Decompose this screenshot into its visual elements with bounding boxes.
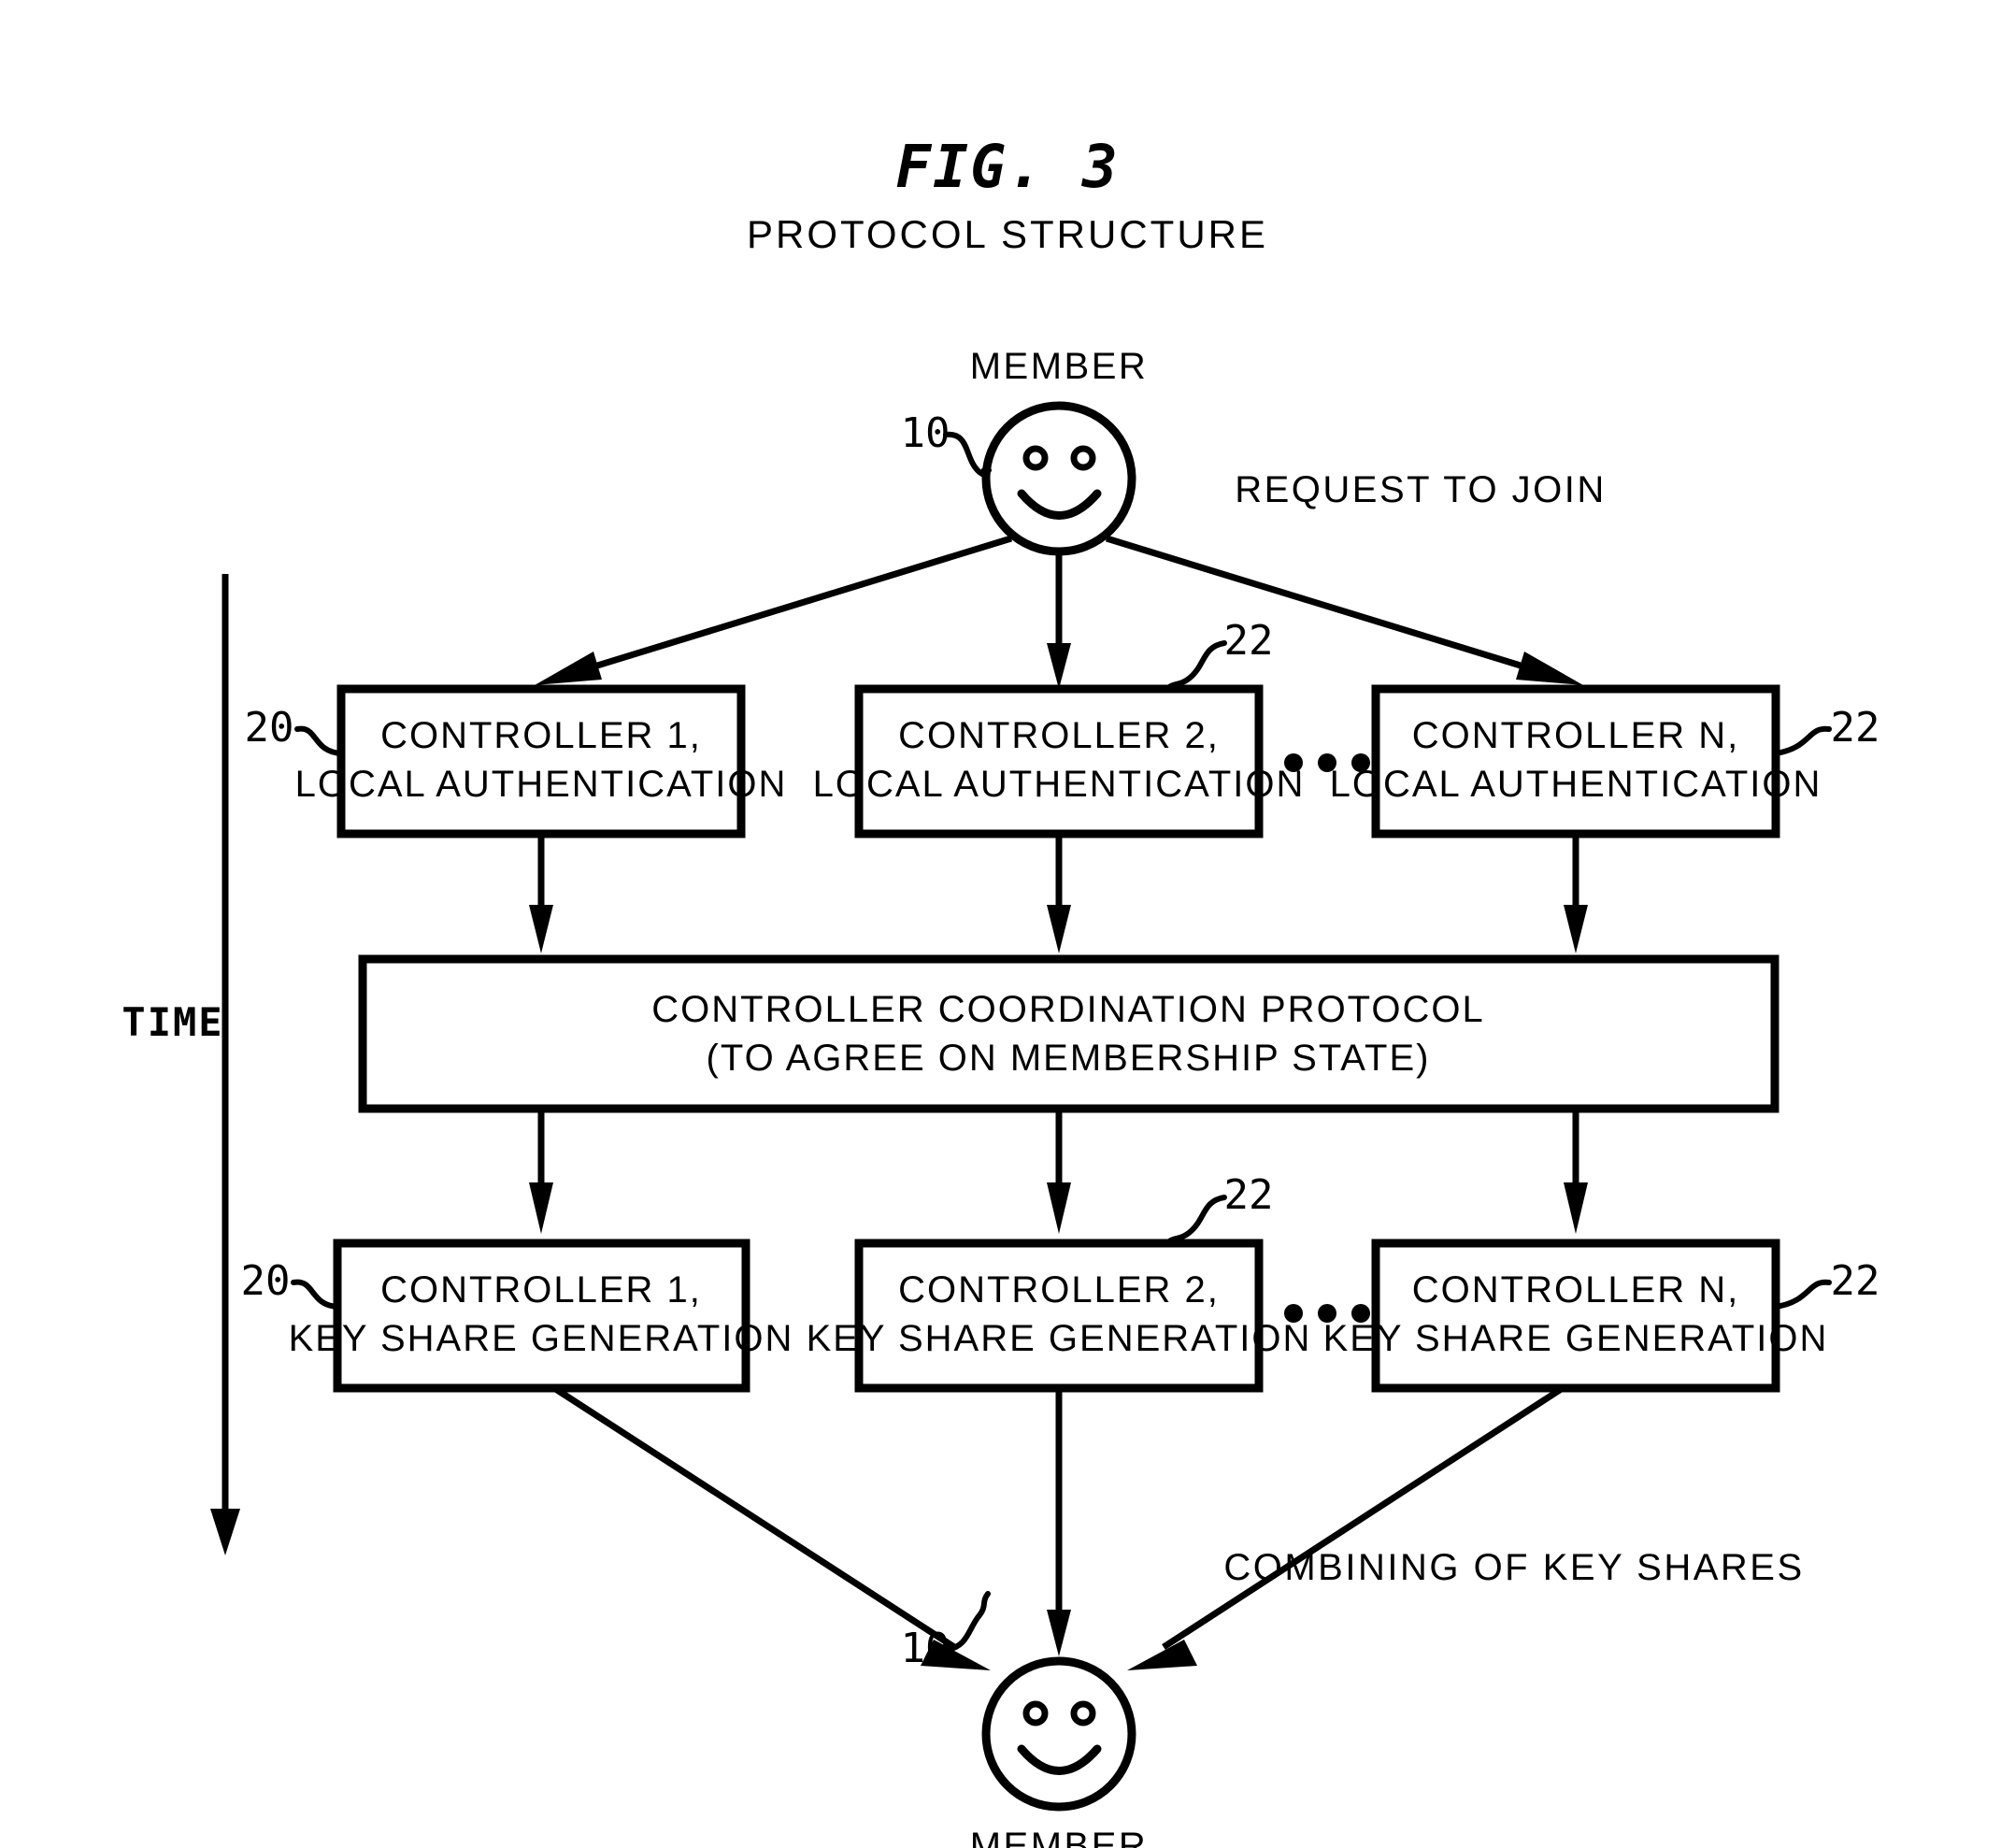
controllerN-auth-line2: LOCAL AUTHENTICATION — [1330, 764, 1822, 805]
keyshare-row-left-ref: 20 — [241, 1257, 291, 1305]
keyshare-row-left-leader — [291, 1279, 340, 1310]
bottom-member-leader-line — [943, 1591, 991, 1653]
coordination-line1: CONTROLLER COORDINATION PROTOCOL — [651, 989, 1485, 1030]
auth-row-mid-leader — [1164, 640, 1227, 693]
auth-row-left-ref: 20 — [245, 704, 294, 752]
controller1-keyshare-line1: CONTROLLER 1, — [380, 1269, 702, 1311]
arrow-member-to-controller2 — [1047, 552, 1071, 689]
top-member-avatar — [981, 401, 1136, 556]
controller1-keyshare-box[interactable]: CONTROLLER 1, KEY SHARE GENERATION — [289, 1239, 794, 1393]
arrow-controller2-keyshare-to-member — [1047, 1388, 1071, 1656]
arrow-controllerN-auth-to-coordination — [1564, 834, 1588, 953]
top-member-caption: MEMBER — [970, 346, 1149, 387]
top-member-ref-number: 10 — [901, 409, 950, 457]
arrow-coordination-to-controllerN-keyshare — [1564, 1109, 1588, 1234]
controller2-keyshare-line2: KEY SHARE GENERATION — [807, 1318, 1312, 1359]
bottom-member-caption: MEMBER — [970, 1826, 1149, 1848]
arrow-controllerN-keyshare-to-member — [1127, 1385, 1565, 1670]
keyshare-row-right-ref: 22 — [1831, 1257, 1880, 1305]
arrow-coordination-to-controller2-keyshare — [1047, 1109, 1071, 1234]
top-member-leader-line — [943, 431, 992, 478]
time-axis-label: TIME — [121, 999, 223, 1045]
keyshare-row-right-leader — [1773, 1279, 1832, 1310]
controllerN-auth-line1: CONTROLLER N, — [1412, 715, 1740, 756]
arrow-member-to-controller1 — [535, 535, 1013, 685]
keyshare-row-mid-leader — [1164, 1195, 1227, 1247]
controllerN-keyshare-box[interactable]: CONTROLLER N, KEY SHARE GENERATION — [1323, 1239, 1829, 1393]
patent-figure-root: FIG. 3 PROTOCOL STRUCTURE MEMBER 10 REQU… — [0, 0, 2015, 1848]
arrow-member-to-controllerN — [1105, 535, 1583, 685]
controllerN-keyshare-line1: CONTROLLER N, — [1412, 1269, 1740, 1311]
combining-of-key-shares-label: COMBINING OF KEY SHARES — [1223, 1547, 1804, 1588]
controller1-auth-box[interactable]: CONTROLLER 1, LOCAL AUTHENTICATION — [295, 684, 788, 838]
arrow-controller1-auth-to-coordination — [529, 834, 553, 953]
controllerN-keyshare-line2: KEY SHARE GENERATION — [1323, 1318, 1829, 1359]
controller1-auth-line2: LOCAL AUTHENTICATION — [295, 764, 788, 805]
time-axis — [210, 574, 240, 1555]
coordination-line2: (TO AGREE ON MEMBERSHIP STATE) — [707, 1038, 1431, 1079]
arrow-controller2-auth-to-coordination — [1047, 834, 1071, 953]
figure-canvas: FIG. 3 PROTOCOL STRUCTURE MEMBER 10 REQU… — [121, 133, 1880, 1848]
controller2-keyshare-line1: CONTROLLER 2, — [898, 1269, 1220, 1311]
keyshare-row-mid-ref: 22 — [1224, 1171, 1274, 1219]
coordination-protocol-box[interactable]: CONTROLLER COORDINATION PROTOCOL (TO AGR… — [358, 954, 1779, 1113]
controller2-auth-line2: LOCAL AUTHENTICATION — [813, 764, 1306, 805]
auth-row-mid-ref: 22 — [1224, 617, 1274, 665]
figure-subtitle: PROTOCOL STRUCTURE — [747, 212, 1268, 256]
controller2-keyshare-box[interactable]: CONTROLLER 2, KEY SHARE GENERATION — [807, 1239, 1312, 1393]
controller1-keyshare-line2: KEY SHARE GENERATION — [289, 1318, 794, 1359]
auth-row-left-leader — [294, 725, 344, 756]
auth-row-right-ref: 22 — [1831, 704, 1880, 752]
bottom-member-ref-number: 10 — [901, 1625, 950, 1672]
controller2-auth-box[interactable]: CONTROLLER 2, LOCAL AUTHENTICATION — [813, 684, 1306, 838]
bottom-member-avatar — [981, 1656, 1136, 1812]
controllerN-auth-box[interactable]: CONTROLLER N, LOCAL AUTHENTICATION — [1330, 684, 1822, 838]
auth-row-right-leader — [1773, 725, 1832, 756]
figure-number: FIG. 3 — [895, 133, 1120, 201]
request-to-join-label: REQUEST TO JOIN — [1235, 469, 1607, 510]
controller1-auth-line1: CONTROLLER 1, — [380, 715, 702, 756]
controller2-auth-line1: CONTROLLER 2, — [898, 715, 1220, 756]
arrow-coordination-to-controller1-keyshare — [529, 1109, 553, 1234]
